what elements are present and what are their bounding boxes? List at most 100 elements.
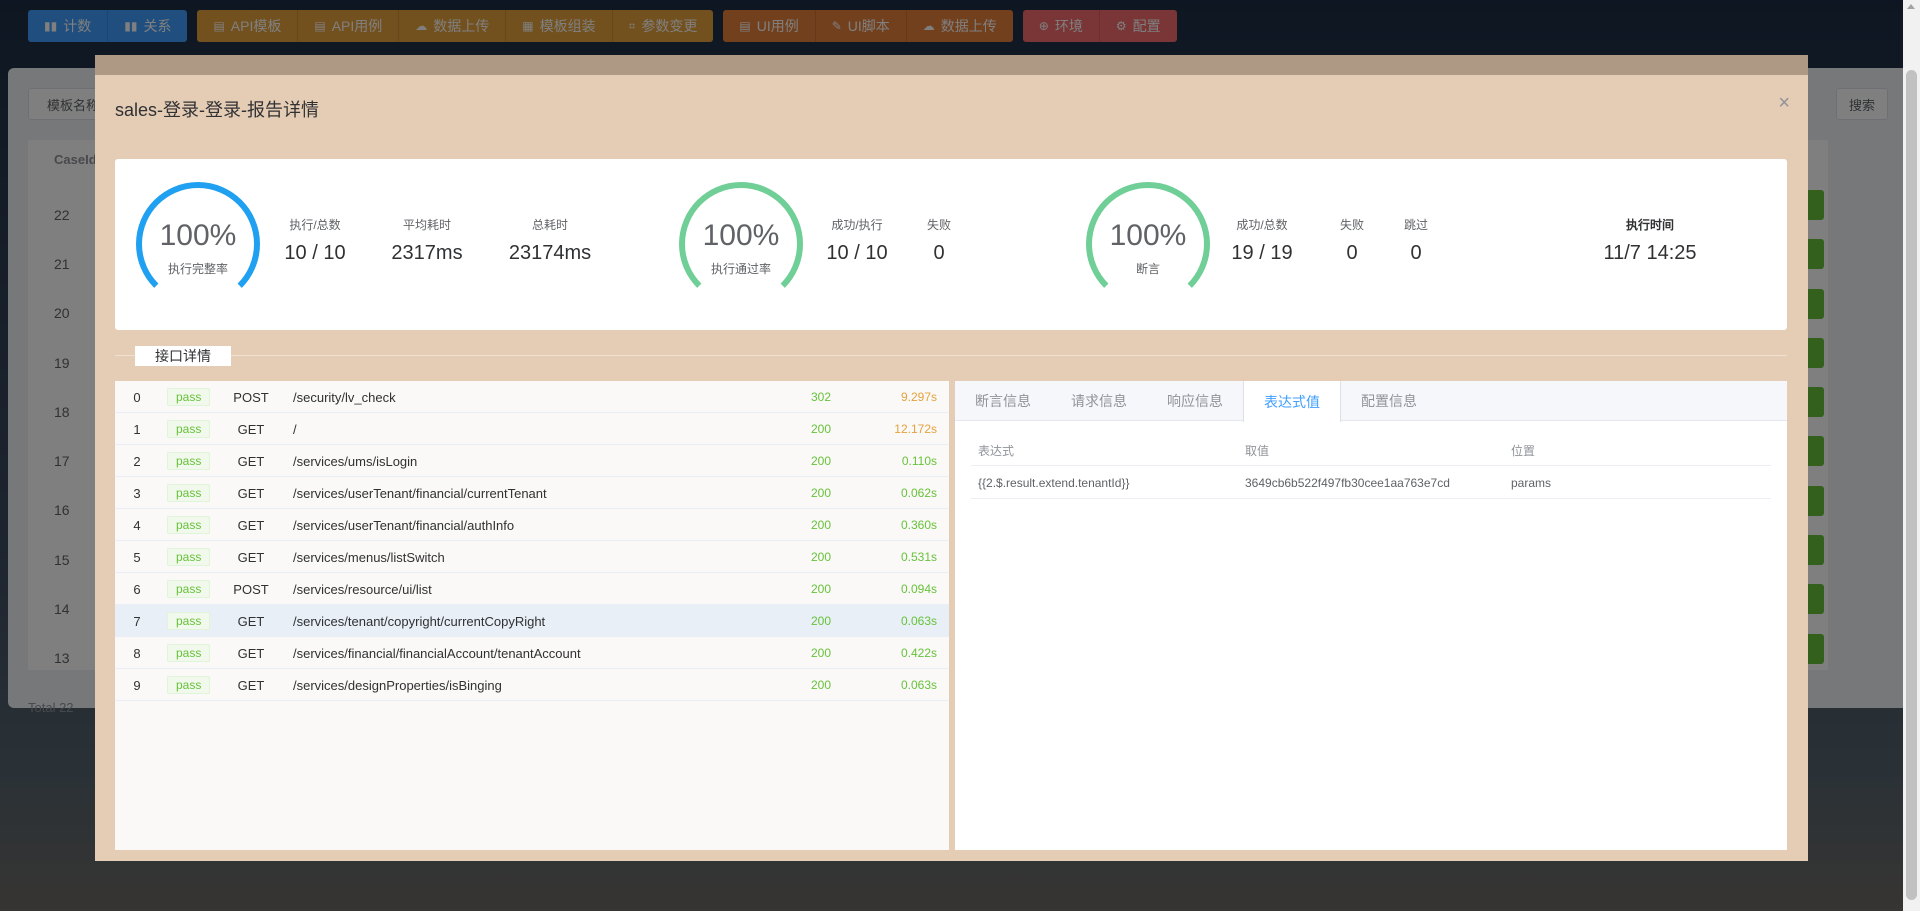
api-path: /security/lv_check [293,389,396,405]
status-cell: pass [167,445,211,477]
status-badge: pass [167,484,211,502]
status-cell: pass [167,573,211,605]
location-cell: params [1511,475,1552,490]
detail-panel: 断言信息 请求信息 响应信息 表达式值 配置信息 表达式 取值 位置 {{2.$… [955,381,1787,850]
api-index: 8 [133,645,141,661]
http-method: GET [237,453,265,469]
status-code: 302 [811,390,832,404]
response-time: 0.422s [900,646,937,660]
total-time-value: 23174ms [508,242,592,264]
status-code: 200 [811,454,832,468]
expression-cell: {{2.$.result.extend.tenantId}} [978,475,1130,490]
http-method: POST [233,389,269,405]
api-row[interactable]: 2 pass GET/services/ums/isLogin 200 0.110s [115,445,949,477]
skip-stat: 跳过 0 [1396,217,1436,265]
scroll-up-icon[interactable] [1907,4,1915,9]
status-code: 200 [811,614,832,628]
expression-table-header: 表达式 取值 位置 [971,436,1771,466]
status-badge: pass [167,388,211,406]
tab-expression-values[interactable]: 表达式值 [1243,381,1341,422]
exec-time-label: 执行时间 [1625,218,1674,232]
tab-assertion-info[interactable]: 断言信息 [955,381,1051,421]
column-expression: 表达式 [978,444,1015,458]
status-cell: pass [167,509,211,541]
exec-time-value: 11/7 14:25 [1603,242,1697,264]
skip-value: 0 [1410,242,1422,264]
api-path: /services/userTenant/financial/authInfo [293,517,515,533]
status-code: 200 [811,582,832,596]
response-time: 0.063s [900,614,937,628]
response-time: 0.063s [900,678,937,692]
api-row[interactable]: 7 pass GET/services/tenant/copyright/curre… [115,605,949,637]
api-index: 7 [133,613,141,629]
api-path: / [293,421,297,437]
exec-total-stat: 执行/总数 10 / 10 [273,217,357,265]
response-time: 0.110s [901,454,937,468]
api-row[interactable]: 5 pass GET/services/menus/listSwitch 200 0.5… [115,541,949,573]
response-time: 0.094s [900,582,937,596]
assertion-fail-label: 失败 [1339,218,1364,232]
status-cell: pass [167,605,211,637]
http-method: GET [237,677,265,693]
success-exec-stat: 成功/执行 10 / 10 [815,217,899,265]
api-index: 3 [133,485,141,501]
dialog-header-strip [95,55,1808,77]
tab-response-info[interactable]: 响应信息 [1147,381,1243,421]
avg-time-label: 平均耗时 [402,218,451,232]
api-path: /services/tenant/copyright/currentCopyRi… [293,613,546,629]
completion-rate-value: 100% [159,219,237,252]
avg-time-stat: 平均耗时 2317ms [382,217,472,265]
scrollbar-thumb[interactable] [1906,70,1917,900]
response-time: 12.172s [894,422,937,436]
http-method: GET [237,517,265,533]
http-method: GET [237,645,265,661]
api-path: /services/financial/financialAccount/ten… [293,645,581,661]
api-index: 6 [133,581,141,597]
exec-total-label: 执行/总数 [289,218,341,232]
http-method: GET [237,485,265,501]
status-badge: pass [167,676,211,694]
api-row[interactable]: 0 pass POST/security/lv_check 302 9.297s [115,381,949,413]
response-time: 0.360s [900,518,937,532]
completion-rate-label: 执行完整率 [167,262,228,276]
api-row[interactable]: 8 pass GET/services/financial/financialAcc… [115,637,949,669]
tab-config-info[interactable]: 配置信息 [1341,381,1437,421]
status-cell: pass [167,669,211,701]
api-index: 1 [133,421,141,437]
api-index: 9 [133,677,141,693]
http-method: GET [237,613,265,629]
column-value: 取值 [1245,444,1270,458]
status-cell: pass [167,637,211,669]
skip-label: 跳过 [1403,218,1428,232]
section-divider [115,355,1787,356]
summary-card: 100% 执行完整率 执行/总数 10 / 10 平均耗时 2317ms 总耗时… [115,159,1787,330]
tab-request-info[interactable]: 请求信息 [1051,381,1147,421]
api-index: 5 [133,549,141,565]
status-code: 200 [811,678,832,692]
total-time-stat: 总耗时 23174ms [495,217,605,265]
status-badge: pass [167,452,211,470]
api-row[interactable]: 1 pass GET / 200 12.172s [115,413,949,445]
api-row[interactable]: 9 pass GET/services/designProperties/isBin… [115,669,949,701]
assertion-label: 断言 [1135,262,1160,276]
status-badge: pass [167,420,211,438]
detail-tabs: 断言信息 请求信息 响应信息 表达式值 配置信息 [955,381,1787,422]
api-index: 0 [133,389,141,405]
status-code: 200 [811,518,832,532]
status-badge: pass [167,644,211,662]
status-cell: pass [167,413,211,445]
success-total-stat: 成功/总数 19 / 19 [1220,217,1304,265]
api-row[interactable]: 6 pass POST/services/resource/ui/list 200 0.… [115,573,949,605]
api-path: /services/menus/listSwitch [293,549,445,565]
assertion-gauge: 100% 断言 [1085,181,1211,307]
pass-rate-value: 100% [702,219,780,252]
response-time: 9.297s [900,390,937,404]
api-row[interactable]: 3 pass GET/services/userTenant/financial/c… [115,477,949,509]
api-row[interactable]: 4 pass GET/services/userTenant/financial/a… [115,509,949,541]
assertion-fail-value: 0 [1346,242,1358,264]
api-path: /services/resource/ui/list [293,581,432,597]
status-badge: pass [167,548,211,566]
value-cell: 3649cb6b522f497fb30cee1aa763e7cd [1245,475,1450,490]
close-icon[interactable]: × [1778,93,1790,113]
pass-rate-label: 执行通过率 [710,262,771,276]
